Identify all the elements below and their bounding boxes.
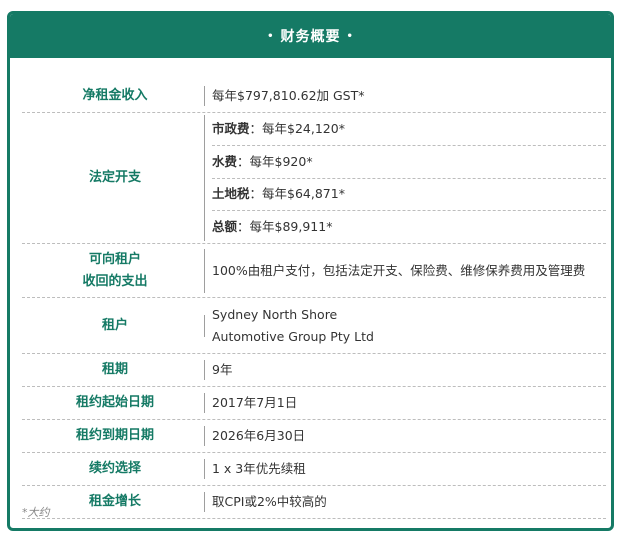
card-title: 财务概要	[280, 29, 341, 45]
card-header: • 财务概要 •	[10, 14, 611, 58]
footnote: *大约	[22, 506, 50, 519]
row-label-line2: 收回的支出	[82, 273, 148, 289]
item-name: 市政费	[212, 120, 250, 136]
list-item: 总额 ：每年$89,911*	[212, 211, 606, 243]
table-row-tenant: 租户 Sydney North Shore Automotive Group P…	[22, 298, 606, 354]
table-row-lease-expiry: 租约到期日期 2026年6月30日	[22, 420, 606, 453]
item-amount: ：每年$64,871*	[249, 186, 345, 202]
row-label: 租约起始日期	[75, 395, 154, 410]
table-row-net-rent: 净租金收入 每年$797,810.62加 GST*	[22, 80, 606, 113]
table-row-term: 租期 9年	[22, 354, 606, 387]
row-value: 9年	[212, 362, 233, 377]
divider	[204, 86, 205, 106]
row-value-line1: Sydney North Shore	[212, 306, 338, 322]
divider	[204, 314, 205, 337]
item-amount: ：每年$24,120*	[249, 120, 345, 136]
divider	[204, 492, 205, 512]
row-value: Sydney North Shore Automotive Group Pty …	[212, 298, 606, 353]
row-value: 每年$797,810.62加 GST*	[212, 88, 365, 103]
item-name: 水费	[212, 153, 238, 169]
divider	[204, 393, 205, 413]
divider	[204, 459, 205, 479]
row-label: 法定开支	[88, 170, 141, 185]
item-name: 土地税	[212, 186, 250, 202]
list-item: 水费 ：每年$920*	[212, 146, 606, 179]
item-amount: ：每年$920*	[237, 153, 313, 169]
row-value: 1 x 3年优先续租	[212, 461, 306, 476]
table-row-statutory: 法定开支 市政费 ：每年$24,120* 水费 ：每年$920* 土地税 ：每年$64…	[22, 113, 606, 244]
table-row-lease-start: 租约起始日期 2017年7月1日	[22, 387, 606, 420]
row-value: 取CPI或2%中较高的	[212, 494, 327, 509]
row-label: 租户	[101, 317, 128, 333]
row-value-list: 市政费 ：每年$24,120* 水费 ：每年$920* 土地税 ：每年$64,871*…	[212, 113, 606, 243]
item-name: 总额	[212, 219, 238, 235]
divider	[204, 360, 205, 380]
row-value-line2: Automotive Group Pty Ltd	[212, 328, 374, 344]
table-row-options: 续约选择 1 x 3年优先续租	[22, 453, 606, 486]
list-item: 市政费 ：每年$24,120*	[212, 113, 606, 146]
table-row-recoverable: 可向租户 收回的支出 100%由租户支付，包括法定开支、保险费、维修保养费用及管…	[22, 244, 606, 298]
item-amount: ：每年$89,911*	[237, 219, 333, 235]
row-value: 2026年6月30日	[212, 428, 306, 443]
row-label: 可向租户 收回的支出	[22, 244, 208, 297]
row-label: 续约选择	[88, 461, 141, 476]
row-label: 租期	[101, 362, 128, 377]
divider	[204, 248, 205, 293]
bullet-right: •	[346, 30, 354, 42]
row-value: 2017年7月1日	[212, 395, 298, 410]
row-value: 100%由租户支付，包括法定开支、保险费、维修保养费用及管理费	[212, 262, 586, 278]
row-label: 租约到期日期	[75, 428, 154, 443]
list-item: 土地税 ：每年$64,871*	[212, 179, 606, 212]
row-label-line1: 可向租户	[88, 251, 141, 267]
divider	[204, 115, 205, 241]
financial-summary-card: • 财务概要 • 净租金收入 每年$797,810.62加 GST* 法定开支 …	[7, 11, 614, 531]
bullet-left: •	[267, 30, 275, 42]
divider	[204, 426, 205, 446]
table-row-rent-review: 租金增长 取CPI或2%中较高的	[22, 486, 606, 519]
row-label: 净租金收入	[82, 88, 148, 103]
